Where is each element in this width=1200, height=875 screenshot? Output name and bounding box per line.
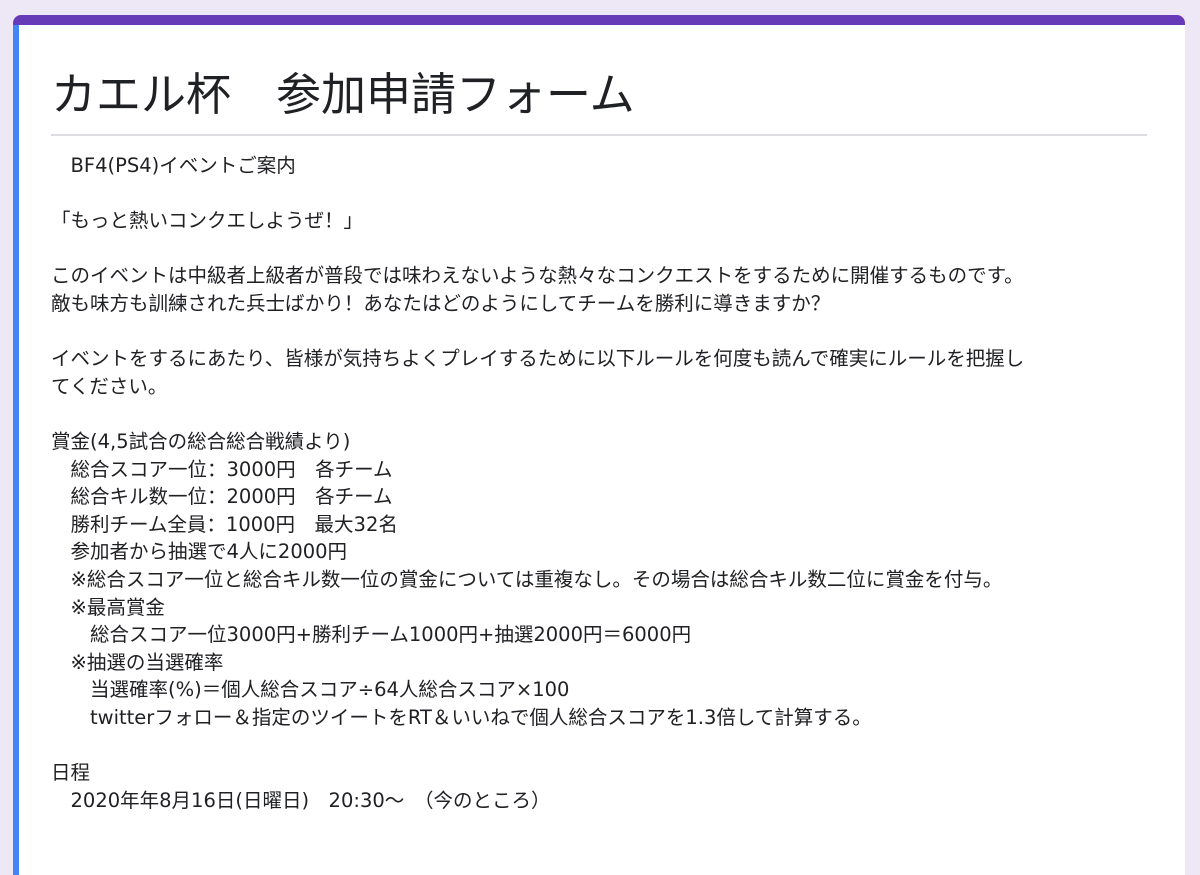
form-description: BF4(PS4)イベントご案内 「もっと熱いコンクエしようぜ！」 このイベントは… bbox=[51, 152, 1161, 814]
description-line: このイベントは中級者上級者が普段では味わえないような熱々なコンクエストをするため… bbox=[51, 264, 1024, 288]
description-line bbox=[51, 731, 1161, 759]
description-line: てください。 bbox=[51, 374, 168, 398]
description-line: 総合スコア一位：3000円 各チーム bbox=[51, 457, 393, 481]
description-line bbox=[51, 400, 1161, 428]
description-line: 2020年年8月16日(日曜日) 20:30～ （今のところ） bbox=[51, 788, 551, 812]
description-line: イベントをするにあたり、皆様が気持ちよくプレイするために以下ルールを何度も読んで… bbox=[51, 347, 1025, 371]
description-line: 総合スコア一位3000円+勝利チーム1000円+抽選2000円＝6000円 bbox=[51, 623, 692, 647]
description-line bbox=[51, 318, 1161, 346]
description-line: BF4(PS4)イベントご案内 bbox=[51, 154, 296, 177]
description-line: 勝利チーム全員：1000円 最大32名 bbox=[51, 512, 398, 536]
description-line: 敵も味方も訓練された兵士ばかり！あなたはどのようにしてチームを勝利に導きますか？ bbox=[51, 291, 831, 315]
description-line: ※最高賞金 bbox=[51, 595, 165, 619]
description-line: ※抽選の当選確率 bbox=[51, 650, 224, 674]
description-line: 総合キル数一位：2000円 各チーム bbox=[51, 485, 393, 509]
description-line: 賞金(4,5試合の総合総合戦績より) bbox=[51, 429, 351, 453]
description-line: 参加者から抽選で4人に2000円 bbox=[51, 540, 348, 564]
form-header-card: カエル杯 参加申請フォーム BF4(PS4)イベントご案内 「もっと熱いコンクエ… bbox=[13, 15, 1185, 875]
description-line: twitterフォロー＆指定のツイートをRT＆いいねで個人総合スコアを1.3倍し… bbox=[51, 705, 872, 729]
description-line: ※総合スコア一位と総合キル数一位の賞金については重複なし。その場合は総合キル数二… bbox=[51, 567, 1003, 591]
form-title: カエル杯 参加申請フォーム bbox=[51, 68, 635, 121]
theme-color-bar bbox=[13, 15, 1185, 25]
description-line: 日程 bbox=[51, 761, 91, 785]
description-line: 当選確率(%)＝個人総合スコア÷64人総合スコア×100 bbox=[51, 678, 570, 702]
description-line bbox=[51, 180, 1161, 208]
description-line bbox=[51, 235, 1161, 263]
title-divider bbox=[51, 134, 1147, 136]
description-line: 「もっと熱いコンクエしようぜ！」 bbox=[51, 209, 364, 233]
active-section-indicator bbox=[13, 25, 19, 875]
